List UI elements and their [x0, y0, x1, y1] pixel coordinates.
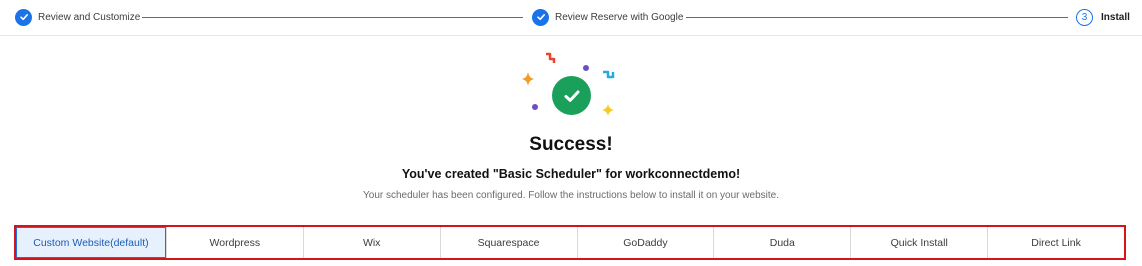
step-label: Review Reserve with Google: [555, 11, 684, 23]
checkmark-icon: [15, 8, 32, 26]
step-install[interactable]: 3 Install: [1076, 8, 1130, 26]
step-connector: [142, 17, 523, 18]
success-subtitle: You've created "Basic Scheduler" for wor…: [401, 167, 741, 181]
page-title: Success!: [529, 134, 613, 155]
checkmark-icon: [532, 8, 549, 26]
tab-custom-website[interactable]: Custom Website(default): [16, 227, 166, 258]
tab-direct-link[interactable]: Direct Link: [987, 227, 1124, 258]
step-number: 3: [1076, 8, 1093, 26]
tab-squarespace[interactable]: Squarespace: [439, 227, 577, 258]
tab-duda[interactable]: Duda: [713, 227, 850, 258]
step-review-reserve[interactable]: Review Reserve with Google: [532, 8, 683, 26]
tab-wix[interactable]: Wix: [302, 227, 440, 258]
success-check-icon: [552, 76, 591, 115]
step-connector: [686, 17, 1068, 18]
progress-stepper: Review and Customize Review Reserve with…: [0, 0, 1142, 36]
install-method-tabs: Custom Website(default) Wordpress Wix Sq…: [14, 225, 1126, 260]
step-label: Install: [1101, 11, 1130, 23]
tab-wordpress[interactable]: Wordpress: [165, 227, 303, 258]
success-description: Your scheduler has been configured. Foll…: [363, 190, 779, 201]
tab-godaddy[interactable]: GoDaddy: [576, 227, 714, 258]
step-review-customize[interactable]: Review and Customize: [15, 8, 140, 26]
tab-quick-install[interactable]: Quick Install: [850, 227, 987, 258]
success-hero: Success! You've created "Basic Scheduler…: [0, 36, 1142, 216]
step-label: Review and Customize: [38, 11, 141, 23]
